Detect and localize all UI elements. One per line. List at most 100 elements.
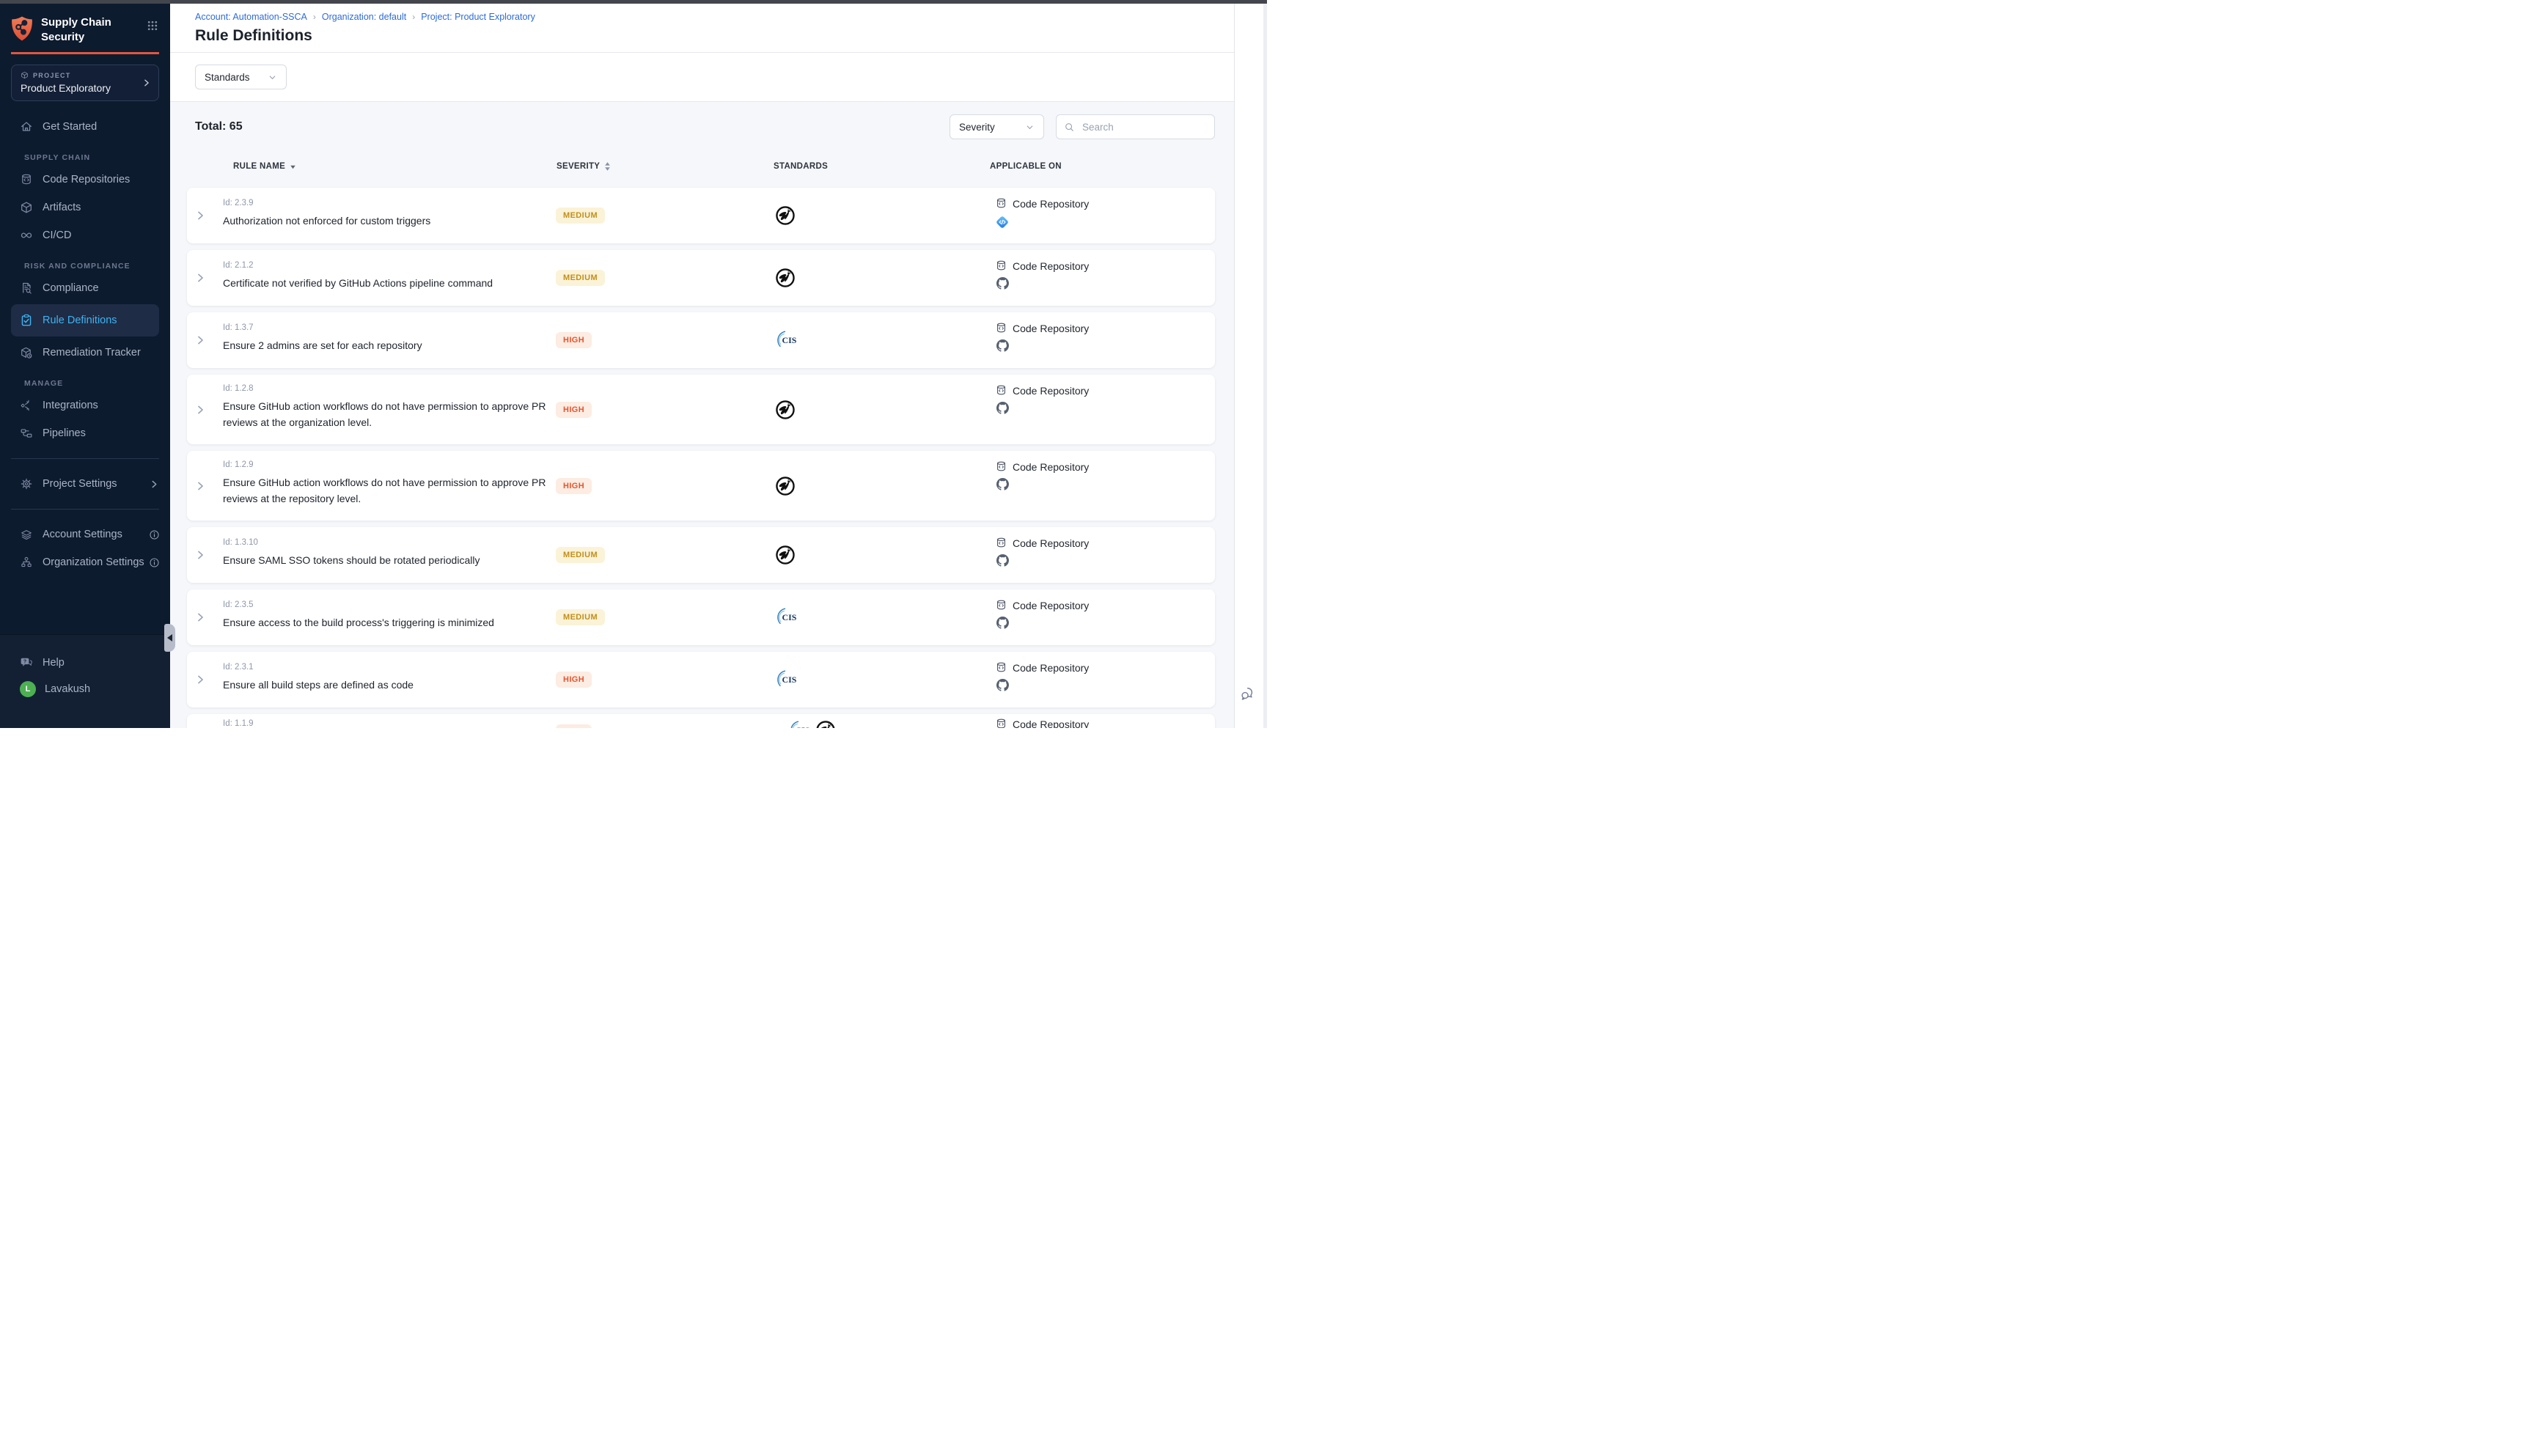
sidebar-item-code-repositories[interactable]: Code Repositories: [0, 166, 170, 194]
github-icon: [996, 402, 1009, 414]
pipelines-icon: [20, 427, 33, 440]
sidebar-item-label: Remediation Tracker: [43, 347, 141, 359]
applicable-on-cell: Code Repository: [995, 260, 1089, 290]
sidebar-item-cicd[interactable]: CI/CD: [0, 221, 170, 249]
code-repository-icon: [995, 322, 1007, 334]
app-switcher-grid-icon[interactable]: [147, 20, 158, 32]
breadcrumb: Account: Automation-SSCA › Organization:…: [195, 12, 1234, 22]
table-row[interactable]: Id: 2.3.5 Ensure access to the build pro…: [187, 589, 1215, 645]
row-expand-chevron[interactable]: [194, 549, 207, 562]
info-icon[interactable]: [149, 529, 160, 540]
info-icon[interactable]: [149, 557, 160, 568]
code-repository-icon: [995, 384, 1007, 397]
breadcrumb-separator: ›: [313, 12, 316, 22]
applicable-on-label: Code Repository: [1013, 198, 1089, 210]
sidebar-item-label: Organization Settings: [43, 556, 144, 568]
document-search-icon: [20, 282, 33, 295]
integrations-icon: [20, 399, 33, 412]
table-row[interactable]: Id: 2.3.9 Authorization not enforced for…: [187, 188, 1215, 243]
applicable-on-cell: Code Repository: [995, 661, 1089, 691]
code-repository-icon: [20, 173, 33, 186]
sidebar-item-organization-settings[interactable]: Organization Settings: [0, 548, 170, 576]
sidebar-item-project-settings[interactable]: Project Settings: [0, 470, 170, 498]
brand-title-line1: Supply Chain: [41, 15, 147, 30]
cis-icon: [775, 330, 799, 350]
support-chat-icon[interactable]: [1240, 685, 1256, 702]
sidebar-item-get-started[interactable]: Get Started: [0, 113, 170, 141]
table-row[interactable]: Id: 2.1.2 Certificate not verified by Gi…: [187, 250, 1215, 306]
search-input[interactable]: [1081, 121, 1207, 133]
applicable-on-cell: Code Repository: [995, 599, 1089, 629]
row-expand-chevron[interactable]: [194, 210, 207, 222]
row-expand-chevron[interactable]: [194, 727, 207, 729]
owasp-icon: [815, 720, 836, 728]
table-row[interactable]: Id: 1.1.9 HIGH Code Repository: [187, 714, 1215, 728]
sidebar-item-artifacts[interactable]: Artifacts: [0, 194, 170, 221]
column-header-applicable-on: APPLICABLE ON: [990, 162, 1062, 171]
search-icon: [1064, 122, 1075, 133]
applicable-on-label: Code Repository: [1013, 537, 1089, 549]
harness-code-icon: [995, 215, 1010, 229]
row-expand-chevron[interactable]: [194, 674, 207, 686]
applicable-on-cell: Code Repository: [995, 537, 1089, 567]
rule-name: Ensure all build steps are defined as co…: [223, 677, 414, 693]
table-row[interactable]: Id: 1.2.8 Ensure GitHub action workflows…: [187, 375, 1215, 444]
sidebar-item-rule-definitions[interactable]: Rule Definitions: [11, 304, 159, 337]
standards-filter-dropdown[interactable]: Standards: [195, 65, 287, 89]
sidebar-item-help[interactable]: Help: [0, 650, 170, 676]
applicable-on-cell: Code Repository: [995, 718, 1089, 728]
standards-cell: [775, 400, 796, 420]
row-expand-chevron[interactable]: [194, 479, 207, 492]
table-row[interactable]: Id: 2.3.1 Ensure all build steps are def…: [187, 652, 1215, 707]
sidebar-item-user[interactable]: L Lavakush: [0, 676, 170, 702]
applicable-on-label: Code Repository: [1013, 600, 1089, 611]
code-repository-icon: [995, 661, 1007, 674]
sidebar-item-label: CI/CD: [43, 229, 71, 241]
page-scrollbar[interactable]: [1263, 4, 1267, 728]
standards-filter-label: Standards: [205, 72, 250, 83]
infinity-icon: [20, 229, 33, 242]
table-row[interactable]: Id: 1.3.7 Ensure 2 admins are set for ea…: [187, 312, 1215, 368]
cis-icon: [775, 607, 799, 628]
project-label: PROJECT: [33, 72, 71, 79]
sidebar-collapse-handle[interactable]: [164, 624, 175, 652]
applicable-on-label: Code Repository: [1013, 323, 1089, 334]
breadcrumb-organization-link[interactable]: Organization: default: [322, 12, 406, 22]
breadcrumb-project-link[interactable]: Project: Product Exploratory: [421, 12, 535, 22]
row-expand-chevron[interactable]: [194, 334, 207, 347]
standards-cell: [775, 669, 799, 690]
row-expand-chevron[interactable]: [194, 611, 207, 624]
row-expand-chevron[interactable]: [194, 403, 207, 416]
sidebar-item-remediation-tracker[interactable]: Remediation Tracker: [0, 339, 170, 367]
github-icon: [996, 679, 1009, 691]
breadcrumb-account-link[interactable]: Account: Automation-SSCA: [195, 12, 307, 22]
chevron-right-icon: [142, 78, 152, 88]
severity-filter-dropdown[interactable]: Severity: [950, 114, 1044, 139]
filter-bar: Standards: [170, 53, 1234, 102]
row-expand-chevron[interactable]: [194, 272, 207, 284]
section-manage: MANAGE: [24, 379, 170, 388]
column-header-severity[interactable]: SEVERITY: [557, 161, 611, 172]
project-selector[interactable]: PROJECT Product Exploratory: [11, 65, 159, 101]
rules-table-body: Id: 2.3.9 Authorization not enforced for…: [170, 181, 1234, 728]
cube-icon: [20, 201, 33, 214]
sidebar-item-integrations[interactable]: Integrations: [0, 391, 170, 419]
column-header-rule-name[interactable]: RULE NAME: [233, 162, 296, 171]
sidebar-item-account-settings[interactable]: Account Settings: [0, 521, 170, 548]
rule-name: Certificate not verified by GitHub Actio…: [223, 275, 493, 291]
rule-id: Id: 2.1.2: [223, 261, 493, 270]
brand-accent-line: [11, 52, 159, 54]
sidebar-item-pipelines[interactable]: Pipelines: [0, 419, 170, 447]
rule-name: Authorization not enforced for custom tr…: [223, 213, 430, 229]
github-icon: [996, 617, 1009, 629]
project-cube-icon: [21, 71, 29, 79]
rule-name: Ensure 2 admins are set for each reposit…: [223, 337, 422, 353]
brand-title-line2: Security: [41, 30, 147, 45]
standards-cell: [775, 476, 796, 496]
table-row[interactable]: Id: 1.3.10 Ensure SAML SSO tokens should…: [187, 527, 1215, 583]
standards-cell: [775, 330, 799, 350]
owasp-icon: [775, 205, 796, 226]
sidebar-item-compliance[interactable]: Compliance: [0, 274, 170, 302]
project-label-row: PROJECT: [21, 71, 139, 79]
table-row[interactable]: Id: 1.2.9 Ensure GitHub action workflows…: [187, 451, 1215, 521]
